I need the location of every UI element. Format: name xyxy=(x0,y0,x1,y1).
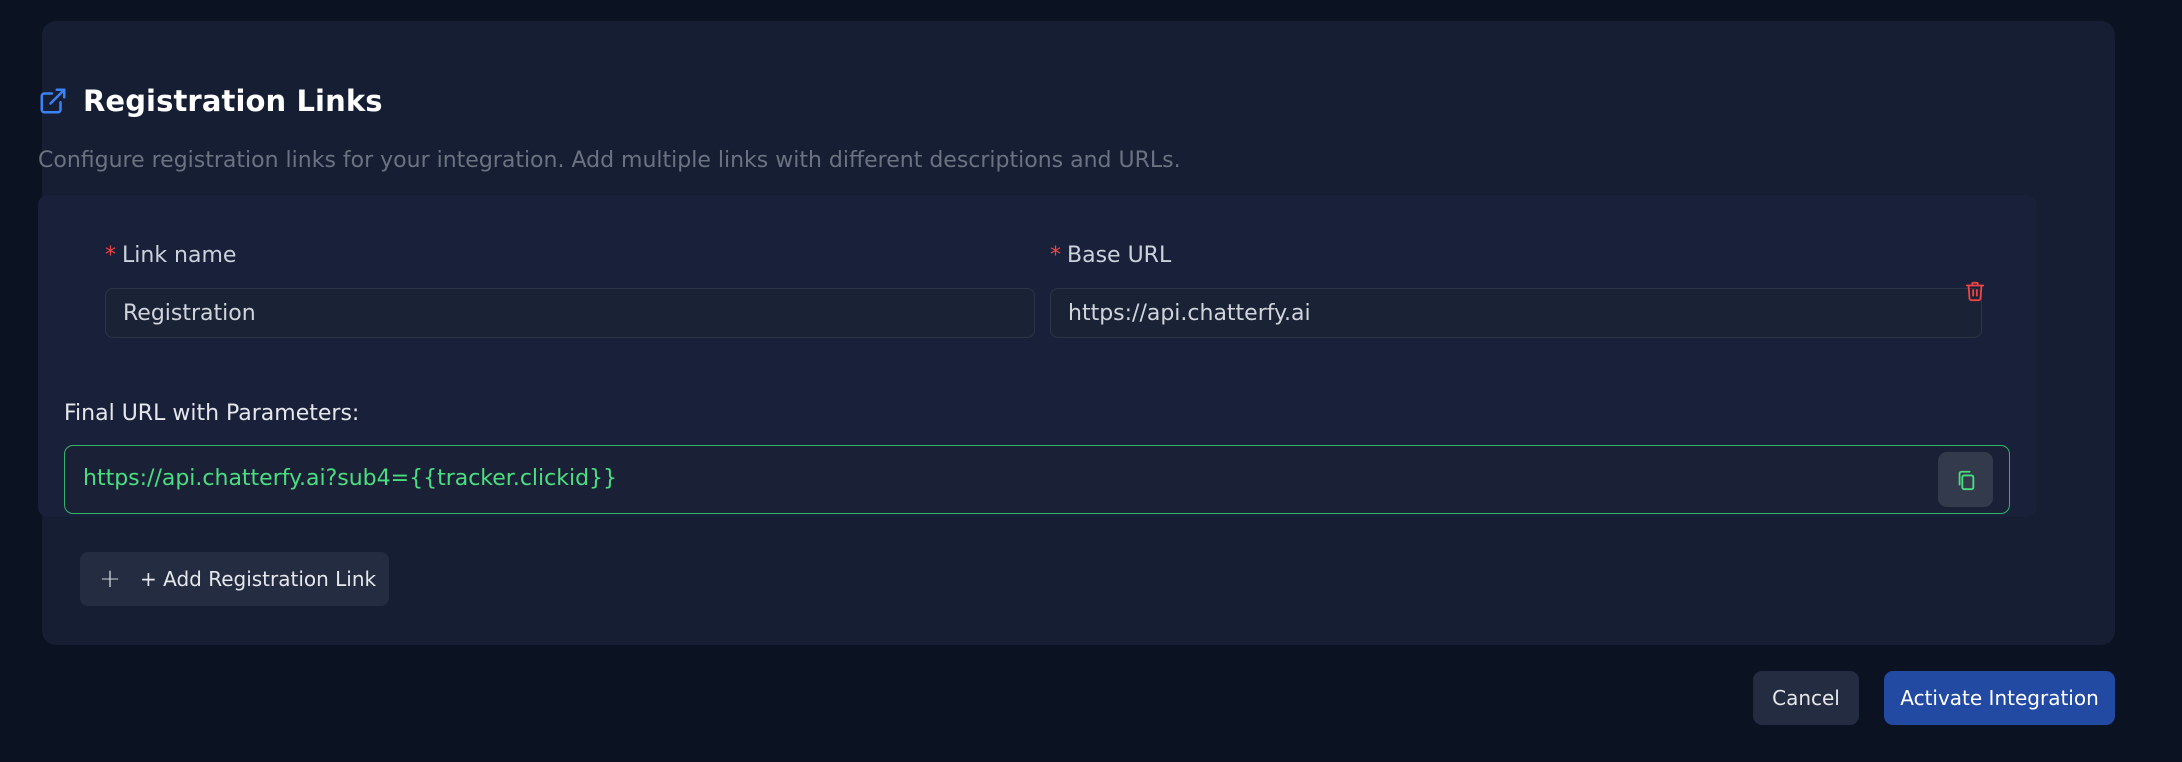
trash-icon xyxy=(1965,281,1985,302)
required-marker: * xyxy=(1050,243,1061,268)
link-name-input[interactable] xyxy=(105,288,1035,338)
final-url-value: https://api.chatterfy.ai?sub4={{tracker.… xyxy=(83,466,618,491)
card-header: Registration Links xyxy=(38,84,383,118)
card-title: Registration Links xyxy=(83,84,383,118)
delete-link-button[interactable] xyxy=(1960,273,1990,309)
copy-url-button[interactable] xyxy=(1938,452,1993,507)
base-url-input[interactable] xyxy=(1050,288,1982,338)
card-description: Configure registration links for your in… xyxy=(38,148,1181,173)
final-url-field: https://api.chatterfy.ai?sub4={{tracker.… xyxy=(64,445,2010,514)
base-url-label-text: Base URL xyxy=(1067,243,1172,268)
final-url-label: Final URL with Parameters: xyxy=(64,401,360,426)
plus-icon: + xyxy=(99,564,121,594)
copy-icon xyxy=(1958,470,1974,490)
link-name-label-text: Link name xyxy=(122,243,237,268)
activate-integration-button[interactable]: Activate Integration xyxy=(1884,671,2115,725)
external-link-icon xyxy=(40,88,66,114)
add-registration-link-button[interactable]: + + Add Registration Link xyxy=(80,552,389,606)
cancel-button[interactable]: Cancel xyxy=(1753,671,1859,725)
required-marker: * xyxy=(105,243,116,268)
link-name-label: * Link name xyxy=(105,243,236,268)
add-registration-link-label: + Add Registration Link xyxy=(140,567,377,591)
base-url-label: * Base URL xyxy=(1050,243,1171,268)
